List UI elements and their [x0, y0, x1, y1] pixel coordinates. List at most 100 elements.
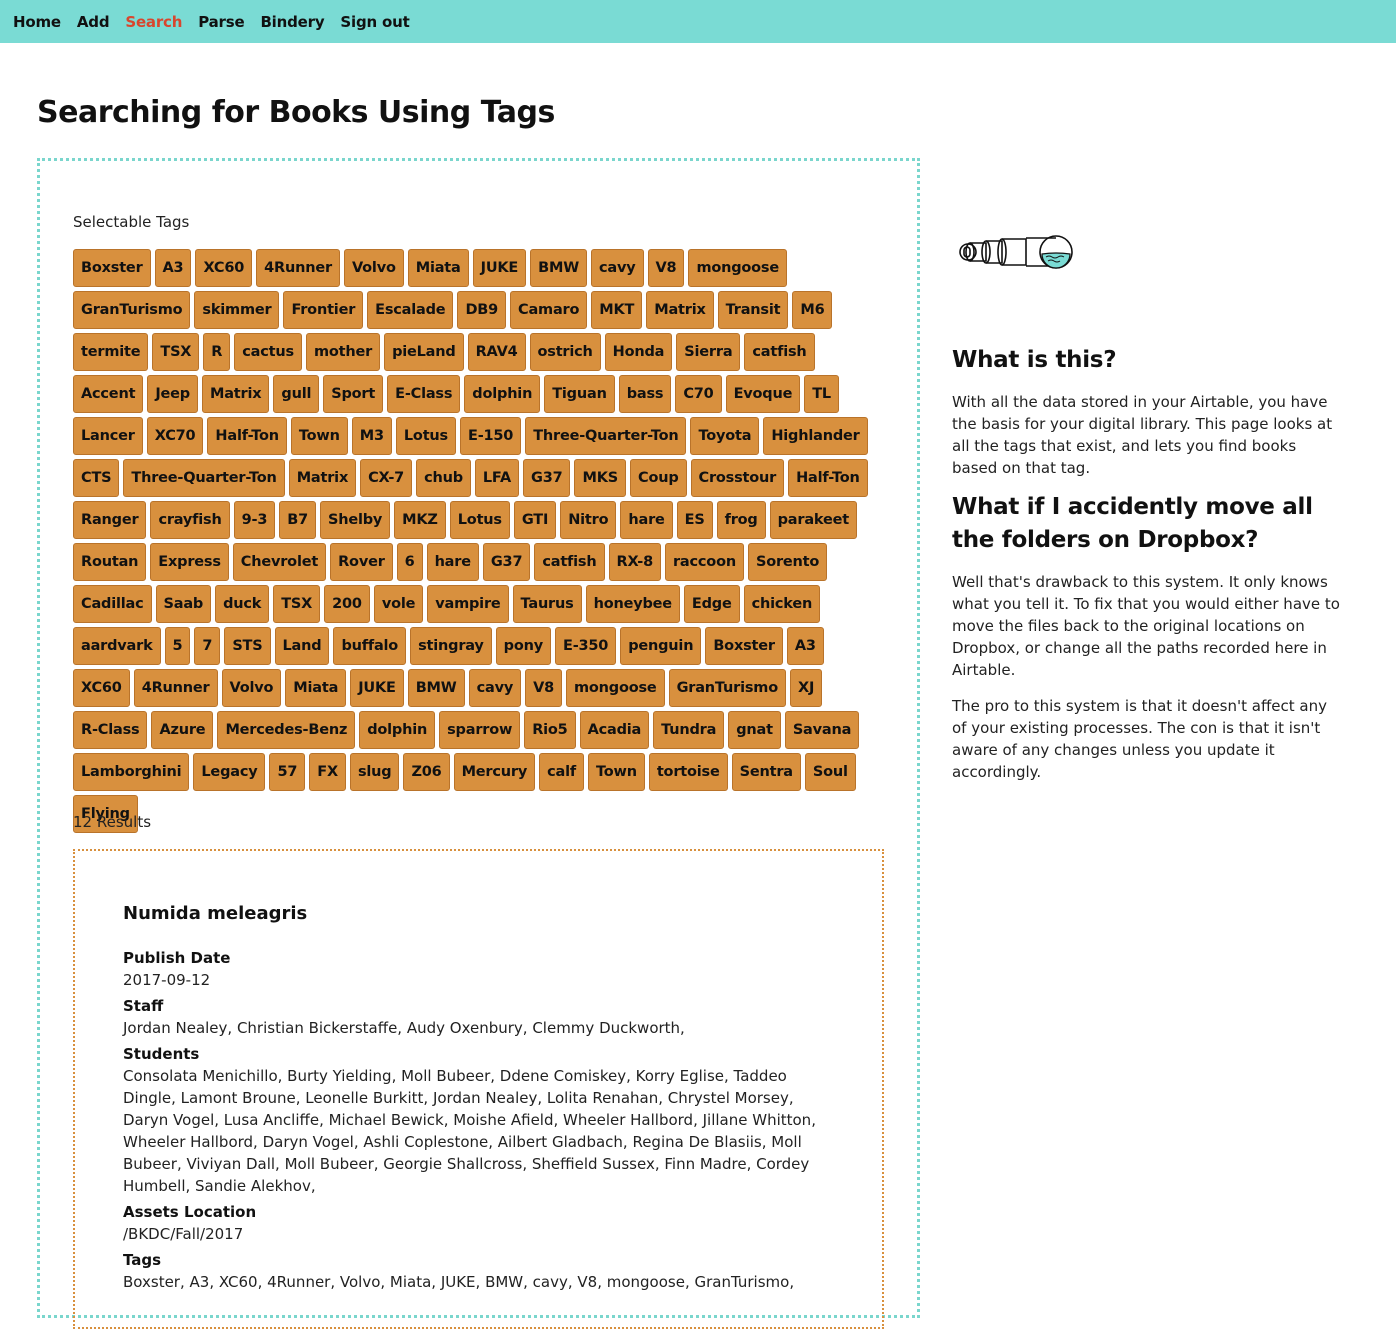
tag-button[interactable]: Sentra — [731, 753, 801, 791]
tag-button[interactable]: Nitro — [560, 501, 617, 539]
tag-button[interactable]: TSX — [273, 585, 321, 623]
tag-button[interactable]: XC60 — [195, 249, 253, 287]
tag-button[interactable]: cactus — [234, 333, 302, 371]
tag-button[interactable]: V8 — [525, 669, 562, 707]
tag-button[interactable]: V8 — [647, 249, 685, 287]
tag-button[interactable]: B7 — [279, 501, 316, 539]
tag-button[interactable]: E-350 — [554, 627, 617, 665]
tag-button[interactable]: JUKE — [350, 669, 404, 707]
tag-button[interactable]: mongoose — [566, 669, 665, 707]
tag-button[interactable]: BMW — [407, 669, 465, 707]
tag-button[interactable]: sparrow — [439, 711, 521, 749]
tag-button[interactable]: chicken — [743, 585, 821, 623]
tag-button[interactable]: Lamborghini — [73, 753, 190, 791]
tag-button[interactable]: JUKE — [472, 249, 527, 287]
tag-button[interactable]: skimmer — [194, 291, 280, 329]
tag-button[interactable]: Toyota — [690, 417, 760, 455]
tag-button[interactable]: M3 — [351, 417, 392, 455]
tag-button[interactable]: Highlander — [763, 417, 868, 455]
tag-button[interactable]: Frontier — [283, 291, 364, 329]
tag-button[interactable]: 200 — [324, 585, 370, 623]
tag-button[interactable]: Tundra — [653, 711, 725, 749]
tag-button[interactable]: TSX — [152, 333, 200, 371]
tag-button[interactable]: STS — [224, 627, 271, 665]
tag-button[interactable]: Volvo — [221, 669, 282, 707]
tag-button[interactable]: Routan — [73, 543, 147, 581]
tag-button[interactable]: Ranger — [73, 501, 147, 539]
tag-button[interactable]: pieLand — [384, 333, 464, 371]
tag-button[interactable]: 4Runner — [133, 669, 218, 707]
tag-button[interactable]: LFA — [474, 459, 519, 497]
tag-button[interactable]: cavy — [591, 249, 644, 287]
tag-button[interactable]: 5 — [164, 627, 191, 665]
tag-button[interactable]: Legacy — [193, 753, 266, 791]
tag-button[interactable]: Edge — [683, 585, 740, 623]
tag-button[interactable]: Lotus — [395, 417, 456, 455]
tag-button[interactable]: frog — [716, 501, 766, 539]
tag-button[interactable]: Sierra — [676, 333, 741, 371]
tag-button[interactable]: C70 — [675, 375, 722, 413]
tag-button[interactable]: TL — [804, 375, 839, 413]
tag-button[interactable]: Three-Quarter-Ton — [123, 459, 285, 497]
tag-button[interactable]: Lotus — [449, 501, 510, 539]
tag-button[interactable]: 7 — [194, 627, 221, 665]
tag-button[interactable]: Volvo — [343, 249, 404, 287]
tag-button[interactable]: Half-Ton — [788, 459, 868, 497]
tag-button[interactable]: Sport — [323, 375, 384, 413]
tag-button[interactable]: CX-7 — [360, 459, 413, 497]
nav-sign-out[interactable]: Sign out — [340, 13, 409, 31]
tag-button[interactable]: vole — [373, 585, 424, 623]
tag-button[interactable]: RAV4 — [467, 333, 526, 371]
tag-button[interactable]: parakeet — [769, 501, 857, 539]
tag-button[interactable]: XJ — [789, 669, 823, 707]
tag-button[interactable]: dolphin — [359, 711, 436, 749]
tag-button[interactable]: Shelby — [319, 501, 391, 539]
tag-button[interactable]: hare — [620, 501, 673, 539]
tag-button[interactable]: Soul — [804, 753, 856, 791]
tag-button[interactable]: R — [203, 333, 231, 371]
tag-button[interactable]: gull — [273, 375, 320, 413]
tag-button[interactable]: ostrich — [529, 333, 601, 371]
tag-button[interactable]: Miata — [407, 249, 469, 287]
tag-button[interactable]: slug — [349, 753, 400, 791]
tag-button[interactable]: Express — [150, 543, 229, 581]
tag-button[interactable]: gnat — [728, 711, 781, 749]
tag-button[interactable]: Rio5 — [524, 711, 576, 749]
tag-button[interactable]: Crosstour — [690, 459, 785, 497]
result-title[interactable]: Numida meleagris — [123, 903, 307, 924]
tag-button[interactable]: MKS — [574, 459, 626, 497]
tag-button[interactable]: Half-Ton — [207, 417, 287, 455]
tag-button[interactable]: Matrix — [288, 459, 357, 497]
tag-button[interactable]: Matrix — [646, 291, 714, 329]
tag-button[interactable]: Town — [587, 753, 645, 791]
tag-button[interactable]: RX-8 — [608, 543, 661, 581]
tag-button[interactable]: G37 — [482, 543, 531, 581]
tag-button[interactable]: GranTurismo — [668, 669, 786, 707]
tag-button[interactable]: catfish — [534, 543, 605, 581]
tag-button[interactable]: Honda — [604, 333, 673, 371]
tag-button[interactable]: Transit — [717, 291, 789, 329]
tag-button[interactable]: Jeep — [147, 375, 198, 413]
tag-button[interactable]: 4Runner — [256, 249, 340, 287]
tag-button[interactable]: Lancer — [73, 417, 143, 455]
tag-button[interactable]: Boxster — [73, 249, 151, 287]
result-card[interactable]: Numida meleagris Publish Date 2017-09-12… — [73, 849, 884, 1329]
tag-button[interactable]: Cadillac — [73, 585, 152, 623]
tag-button[interactable]: Tiguan — [544, 375, 615, 413]
tag-button[interactable]: Savana — [784, 711, 860, 749]
tag-button[interactable]: CTS — [73, 459, 120, 497]
tag-button[interactable]: Mercury — [453, 753, 536, 791]
tag-button[interactable]: MKT — [591, 291, 643, 329]
tag-button[interactable]: stingray — [410, 627, 492, 665]
tag-button[interactable]: Z06 — [403, 753, 450, 791]
tag-button[interactable]: Land — [274, 627, 330, 665]
tag-button[interactable]: dolphin — [464, 375, 541, 413]
tag-button[interactable]: Boxster — [705, 627, 783, 665]
tag-button[interactable]: buffalo — [333, 627, 407, 665]
tag-button[interactable]: Acadia — [579, 711, 650, 749]
nav-add[interactable]: Add — [77, 13, 110, 31]
tag-button[interactable]: Mercedes-Benz — [217, 711, 356, 749]
tag-button[interactable]: crayfish — [150, 501, 230, 539]
tag-button[interactable]: aardvark — [73, 627, 161, 665]
tag-button[interactable]: Three-Quarter-Ton — [525, 417, 687, 455]
